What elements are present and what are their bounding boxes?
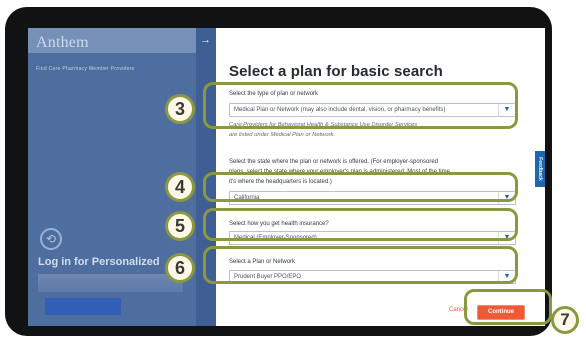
plan-type-highlight bbox=[203, 82, 518, 129]
step-7-badge: 7 bbox=[551, 306, 579, 334]
state-highlight bbox=[203, 172, 518, 202]
insurance-highlight bbox=[203, 208, 518, 241]
step-5-badge: 5 bbox=[165, 211, 195, 241]
plan-network-highlight bbox=[203, 246, 518, 284]
background-nav-links: Find Care Pharmacy Member Providers bbox=[36, 66, 135, 72]
feedback-label: Feedback bbox=[537, 157, 543, 181]
state-instruction-line-1: Select the state where the plan or netwo… bbox=[229, 159, 438, 165]
step-6-badge: 6 bbox=[165, 253, 195, 283]
feedback-tab[interactable]: Feedback bbox=[535, 151, 545, 187]
background-action-button bbox=[45, 298, 121, 315]
background-login-text: Log in for Personalized bbox=[38, 256, 160, 268]
anthem-logo: Anthem bbox=[36, 34, 89, 51]
arrow-right-icon[interactable]: → bbox=[200, 35, 211, 46]
background-faded-text bbox=[38, 274, 183, 292]
modal-title: Select a plan for basic search bbox=[229, 63, 443, 80]
plan-type-helper-line-2: are listed under Medical Plan or Network… bbox=[229, 132, 336, 138]
step-4-badge: 4 bbox=[165, 172, 195, 202]
step-3-badge: 3 bbox=[165, 94, 195, 124]
continue-highlight bbox=[464, 289, 552, 325]
circle-arrow-icon: ⟲ bbox=[40, 228, 62, 250]
